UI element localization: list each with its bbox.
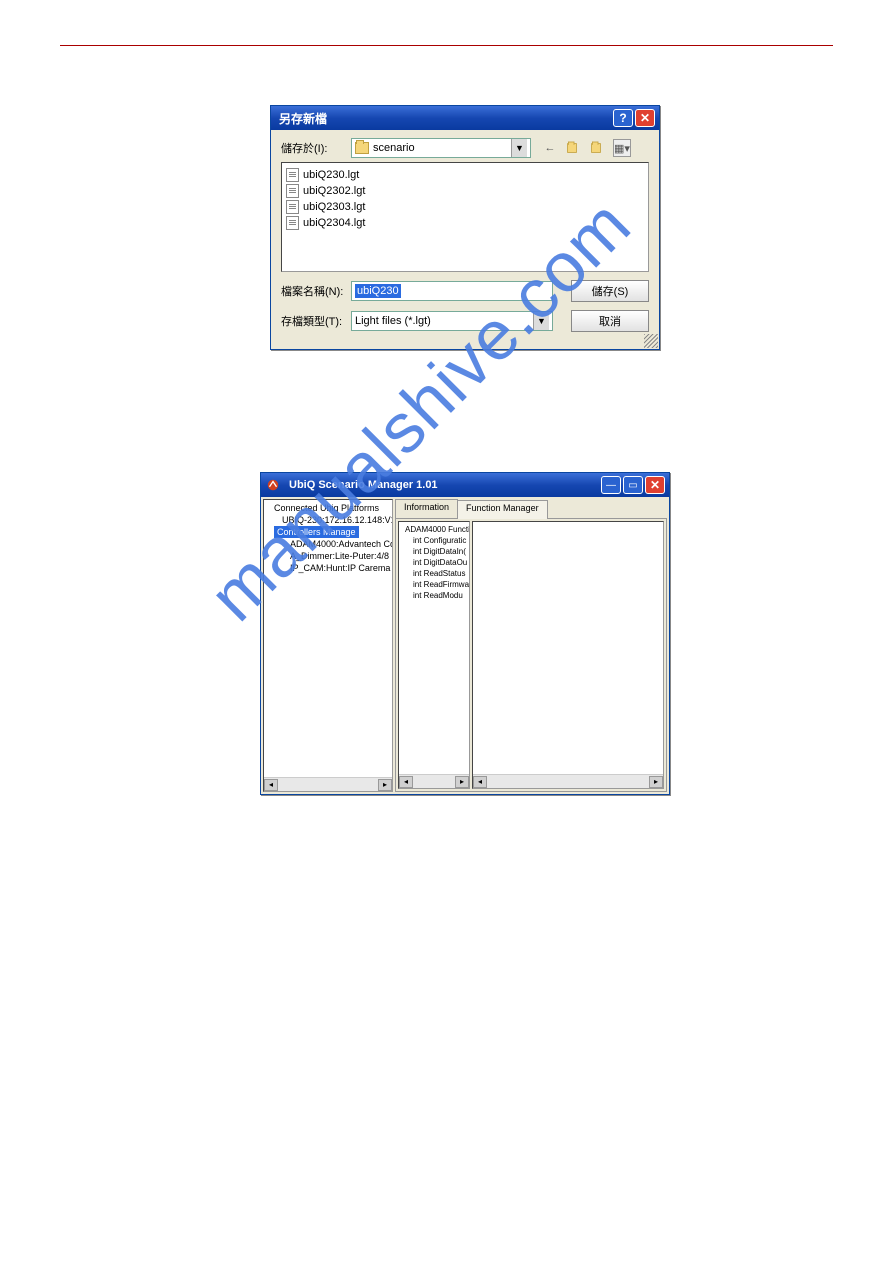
tree-root[interactable]: Connected Ubiq Platforms [266,502,390,514]
list-item[interactable]: ubiQ2303.lgt [286,199,644,215]
dialog-titlebar[interactable]: 另存新檔 ? ✕ [271,106,659,130]
horizontal-scrollbar[interactable]: ◂ ▸ [399,774,469,788]
file-name: ubiQ2304.lgt [303,217,365,229]
back-icon[interactable]: ← [541,139,559,157]
file-name: ubiQ230.lgt [303,169,359,181]
scroll-left-icon[interactable]: ◂ [399,776,413,788]
scroll-left-icon[interactable]: ◂ [473,776,487,788]
tree-item-selected[interactable]: Controllers Manage [274,526,359,538]
function-content-area[interactable]: ◂ ▸ [472,521,664,789]
app-title: UbiQ Scenario Manager 1.01 [285,479,599,491]
scroll-right-icon[interactable]: ▸ [378,779,392,791]
tree-item[interactable]: A_Dimmer:Lite-Puter:4/8 Chan [266,550,390,562]
list-item[interactable]: ubiQ2304.lgt [286,215,644,231]
minimize-button[interactable]: — [601,476,621,494]
horizontal-scrollbar[interactable]: ◂ ▸ [264,777,392,791]
filetype-combo[interactable]: Light files (*.lgt) ▼ [351,311,553,331]
scroll-right-icon[interactable]: ▸ [649,776,663,788]
function-tree[interactable]: ADAM4000 Functi int Configuratic int Dig… [398,521,470,789]
tree-item[interactable]: ADAM4000:Advantech Co., Ltd [266,538,390,550]
scenario-manager-window: UbiQ Scenario Manager 1.01 — ▭ ✕ Connect… [260,472,670,795]
platforms-tree[interactable]: Connected Ubiq Platforms UBIQ-230:172.16… [263,499,393,792]
filetype-label: 存檔類型(T): [281,313,351,329]
new-folder-icon[interactable] [589,139,607,157]
document-icon [286,200,299,214]
dialog-title: 另存新檔 [275,110,611,127]
file-name: ubiQ2302.lgt [303,185,365,197]
tree-root[interactable]: ADAM4000 Functi [401,524,467,535]
close-button[interactable]: ✕ [635,109,655,127]
list-item[interactable]: ubiQ2302.lgt [286,183,644,199]
look-in-value: scenario [373,142,415,154]
tree-item[interactable]: int ReadModu [401,590,467,601]
save-button[interactable]: 儲存(S) [571,280,649,302]
close-button[interactable]: ✕ [645,476,665,494]
tab-function-manager[interactable]: Function Manager [457,500,548,519]
help-button[interactable]: ? [613,109,633,127]
save-as-dialog: 另存新檔 ? ✕ 儲存於(I): scenario ▼ ← ▦▾ [270,105,660,350]
views-icon[interactable]: ▦▾ [613,139,631,157]
file-list[interactable]: ubiQ230.lgt ubiQ2302.lgt ubiQ2303.lgt ub… [281,162,649,272]
look-in-label: 儲存於(I): [281,140,351,156]
tree-item[interactable]: IP_CAM:Hunt:IP Carema [266,562,390,574]
resize-grip[interactable] [644,334,658,348]
maximize-button[interactable]: ▭ [623,476,643,494]
filename-label: 檔案名稱(N): [281,283,351,299]
scroll-left-icon[interactable]: ◂ [264,779,278,791]
document-icon [286,184,299,198]
tree-item[interactable]: int Configuratic [401,535,467,546]
filetype-value: Light files (*.lgt) [355,315,533,327]
tree-item[interactable]: int ReadStatus [401,568,467,579]
app-titlebar[interactable]: UbiQ Scenario Manager 1.01 — ▭ ✕ [261,473,669,497]
cancel-button[interactable]: 取消 [571,310,649,332]
tree-item[interactable]: int DigitDataOu [401,557,467,568]
look-in-combo[interactable]: scenario ▼ [351,138,531,158]
tree-item[interactable]: UBIQ-230:172.16.12.148:V1.000 [266,514,390,526]
document-icon [286,216,299,230]
app-icon [265,477,281,493]
list-item[interactable]: ubiQ230.lgt [286,167,644,183]
tab-strip: Information Function Manager [395,499,667,518]
chevron-down-icon[interactable]: ▼ [511,139,527,157]
chevron-down-icon[interactable]: ▼ [533,312,549,330]
document-icon [286,168,299,182]
scroll-right-icon[interactable]: ▸ [455,776,469,788]
tree-item[interactable]: int ReadFirmwa [401,579,467,590]
filename-input[interactable]: ubiQ230 [351,281,553,301]
horizontal-scrollbar[interactable]: ◂ ▸ [473,774,663,788]
tab-information[interactable]: Information [395,499,458,518]
up-folder-icon[interactable] [565,139,583,157]
tree-item[interactable]: int DigitDataIn( [401,546,467,557]
file-name: ubiQ2303.lgt [303,201,365,213]
folder-icon [355,142,369,154]
filename-value: ubiQ230 [355,284,401,298]
